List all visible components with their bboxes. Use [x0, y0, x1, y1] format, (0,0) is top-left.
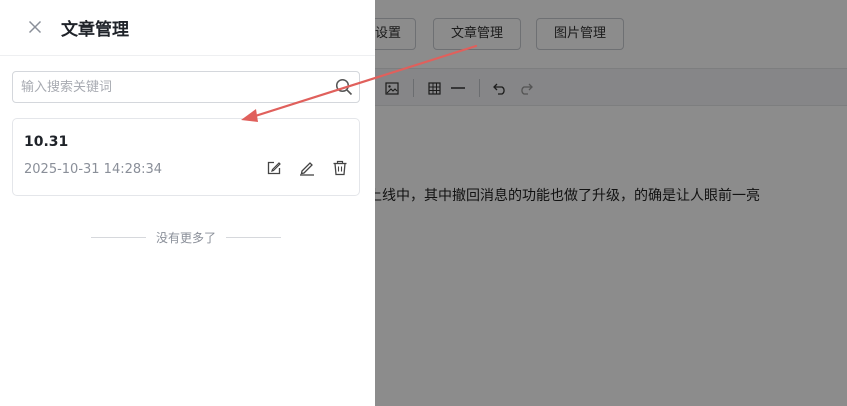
article-date: 2025-10-31 14:28:34 — [24, 162, 163, 177]
close-button[interactable] — [22, 15, 48, 41]
no-more-text: 没有更多了 — [156, 230, 217, 245]
search-box — [12, 71, 360, 103]
article-title: 10.31 — [24, 134, 69, 150]
article-management-drawer: 文章管理 10.31 2025-10-31 14:28:34 没有更多了 — [0, 0, 375, 406]
edit-article-button[interactable] — [264, 160, 284, 180]
divider-line — [226, 236, 282, 238]
edit-icon — [266, 160, 282, 180]
delete-article-button[interactable] — [330, 160, 350, 180]
search-icon[interactable] — [335, 78, 353, 96]
pencil-icon — [299, 160, 315, 180]
drawer-header: 文章管理 — [0, 0, 375, 56]
search-input[interactable] — [13, 72, 331, 102]
rename-article-button[interactable] — [297, 160, 317, 180]
close-icon — [28, 19, 42, 38]
end-of-list-indicator: 没有更多了 — [91, 228, 282, 246]
trash-icon — [332, 160, 348, 180]
article-list-item[interactable]: 10.31 2025-10-31 14:28:34 — [12, 118, 360, 196]
divider-line — [91, 236, 146, 238]
drawer-title: 文章管理 — [61, 20, 129, 40]
